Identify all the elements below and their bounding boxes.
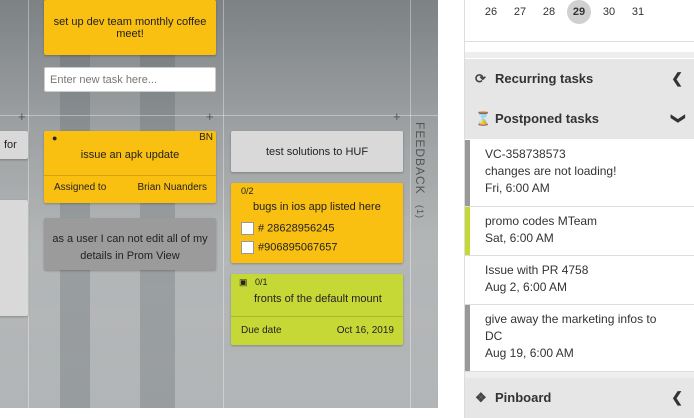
due-date-value: Oct 16, 2019 (336, 325, 394, 336)
task-card[interactable]: for (0, 131, 28, 159)
chevron-left-icon[interactable]: ❮ (671, 70, 683, 87)
calendar-day[interactable]: 26 (479, 0, 503, 24)
postponed-task-item[interactable]: Issue with PR 4758 Aug 2, 6:00 AM (465, 256, 694, 305)
refresh-icon: ⟳ (475, 71, 486, 86)
task-title: VC-358738573 (485, 147, 566, 161)
task-card[interactable] (0, 200, 28, 316)
task-card[interactable]: as a user I can not edit all of my detai… (44, 218, 216, 270)
pinboard-header[interactable]: ❖ Pinboard ❮ (465, 378, 694, 418)
task-card[interactable]: ▣ 0/1 fronts of the default mount Due da… (231, 274, 403, 345)
card-title: set up dev team monthly coffee meet! (53, 16, 207, 40)
card-title: fronts of the default mount (254, 293, 382, 305)
card-title: test solutions to HUF (265, 146, 369, 158)
card-title: bugs in ios app listed here (253, 201, 381, 213)
postponed-task-item[interactable]: VC-358738573 changes are not loading! Fr… (465, 140, 694, 207)
hourglass-icon: ⌛ (475, 111, 492, 126)
task-color-bar (465, 256, 470, 304)
add-task-icon[interactable]: + (18, 110, 26, 123)
checklist-progress: 0/2 (241, 186, 254, 196)
calendar-day[interactable]: 27 (508, 0, 532, 24)
task-color-bar (465, 140, 470, 206)
calendar-day[interactable]: 28 (537, 0, 561, 24)
recurring-tasks-header[interactable]: ⟳ Recurring tasks ❮ (465, 59, 694, 99)
column-divider (223, 0, 224, 408)
card-text: for (4, 139, 17, 151)
task-card[interactable]: ● BN issue an apk update Assigned to Bri… (44, 131, 216, 203)
column-title-feedback[interactable]: FEEDBACK (1) (413, 122, 427, 219)
task-title: give away the marketing infos to (485, 312, 657, 326)
task-card[interactable]: set up dev team monthly coffee meet! (44, 0, 216, 55)
task-date: Aug 2, 6:00 AM (485, 280, 568, 294)
add-task-icon[interactable]: + (206, 110, 214, 123)
calendar-week-row: 26 27 28 29 30 31 (465, 0, 694, 42)
new-task-input[interactable]: Enter new task here... (44, 67, 216, 92)
task-title: Issue with PR 4758 (485, 263, 589, 277)
task-title: promo codes MTeam (485, 214, 598, 228)
task-card[interactable]: test solutions to HUF (231, 131, 403, 172)
comment-icon: ● (52, 133, 58, 143)
calendar-day-selected[interactable]: 29 (567, 0, 591, 24)
task-subtitle: changes are not loading! (485, 164, 617, 178)
due-date-label: Due date (241, 325, 282, 336)
column-divider (28, 0, 29, 408)
column-count: (1) (415, 205, 425, 220)
chevron-left-icon[interactable]: ❮ (671, 389, 683, 406)
assignee-name: Brian Nuanders (137, 182, 207, 193)
task-color-bar (465, 305, 470, 371)
checklist-item[interactable]: #906895067657 (241, 241, 338, 254)
calendar-day[interactable]: 31 (626, 0, 650, 24)
checkbox[interactable] (241, 222, 254, 235)
calendar-day[interactable]: 30 (597, 0, 621, 24)
row-divider (0, 115, 438, 116)
card-title: issue an apk update (80, 149, 180, 161)
postponed-task-item[interactable]: promo codes MTeam Sat, 6:00 AM (465, 207, 694, 256)
assignee-badge: BN (199, 132, 213, 143)
postponed-tasks-header[interactable]: ⌛ Postponed tasks ❮ (465, 99, 694, 139)
checklist-progress: 0/1 (255, 277, 268, 287)
checklist-item[interactable]: # 28628956245 (241, 222, 334, 235)
calendar-icon: ▣ (239, 277, 248, 287)
separator (465, 52, 694, 58)
task-date: Aug 19, 6:00 AM (485, 346, 574, 360)
task-date: Fri, 6:00 AM (485, 181, 550, 195)
assigned-label: Assigned to (54, 182, 107, 193)
pin-icon: ❖ (475, 390, 487, 405)
task-card[interactable]: 0/2 bugs in ios app listed here # 286289… (231, 183, 403, 263)
side-panel: 26 27 28 29 30 31 ⟳ Recurring tasks ❮ ⌛ … (464, 0, 694, 418)
add-task-icon[interactable]: + (393, 110, 401, 123)
postponed-task-item[interactable]: give away the marketing infos to DC Aug … (465, 305, 694, 372)
task-color-bar (465, 207, 470, 255)
task-date: Sat, 6:00 AM (485, 231, 554, 245)
column-divider (410, 0, 411, 408)
chevron-down-icon[interactable]: ❮ (669, 113, 686, 125)
task-board: + + + for set up dev team monthly coffee… (0, 0, 438, 408)
task-subtitle: DC (485, 329, 503, 343)
checkbox[interactable] (241, 241, 254, 254)
card-title: as a user I can not edit all of my detai… (52, 233, 208, 262)
